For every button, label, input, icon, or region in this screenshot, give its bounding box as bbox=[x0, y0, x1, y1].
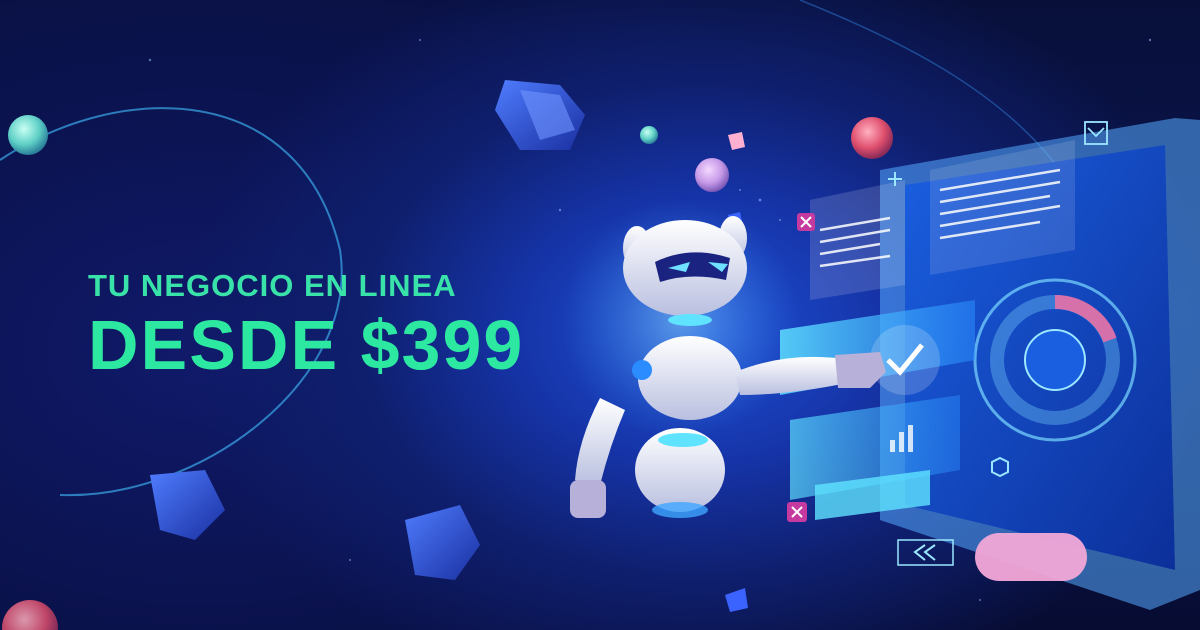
lilac-sphere bbox=[695, 158, 729, 192]
close-icon bbox=[797, 213, 815, 231]
headline-price: DESDE $399 bbox=[88, 306, 525, 384]
rewind-icon bbox=[923, 544, 936, 561]
teal-sphere-large bbox=[8, 115, 48, 155]
headline-block: TU NEGOCIO EN LINEA DESDE $399 bbox=[88, 268, 524, 384]
promo-banner: TU NEGOCIO EN LINEA DESDE $399 bbox=[0, 0, 1200, 630]
headline-tagline: TU NEGOCIO EN LINEA bbox=[88, 268, 457, 303]
pink-sphere bbox=[851, 117, 893, 159]
teal-sphere-small bbox=[640, 126, 658, 144]
orbit-arc-right bbox=[799, 0, 1061, 171]
pink-sphere-bottom bbox=[2, 600, 58, 630]
